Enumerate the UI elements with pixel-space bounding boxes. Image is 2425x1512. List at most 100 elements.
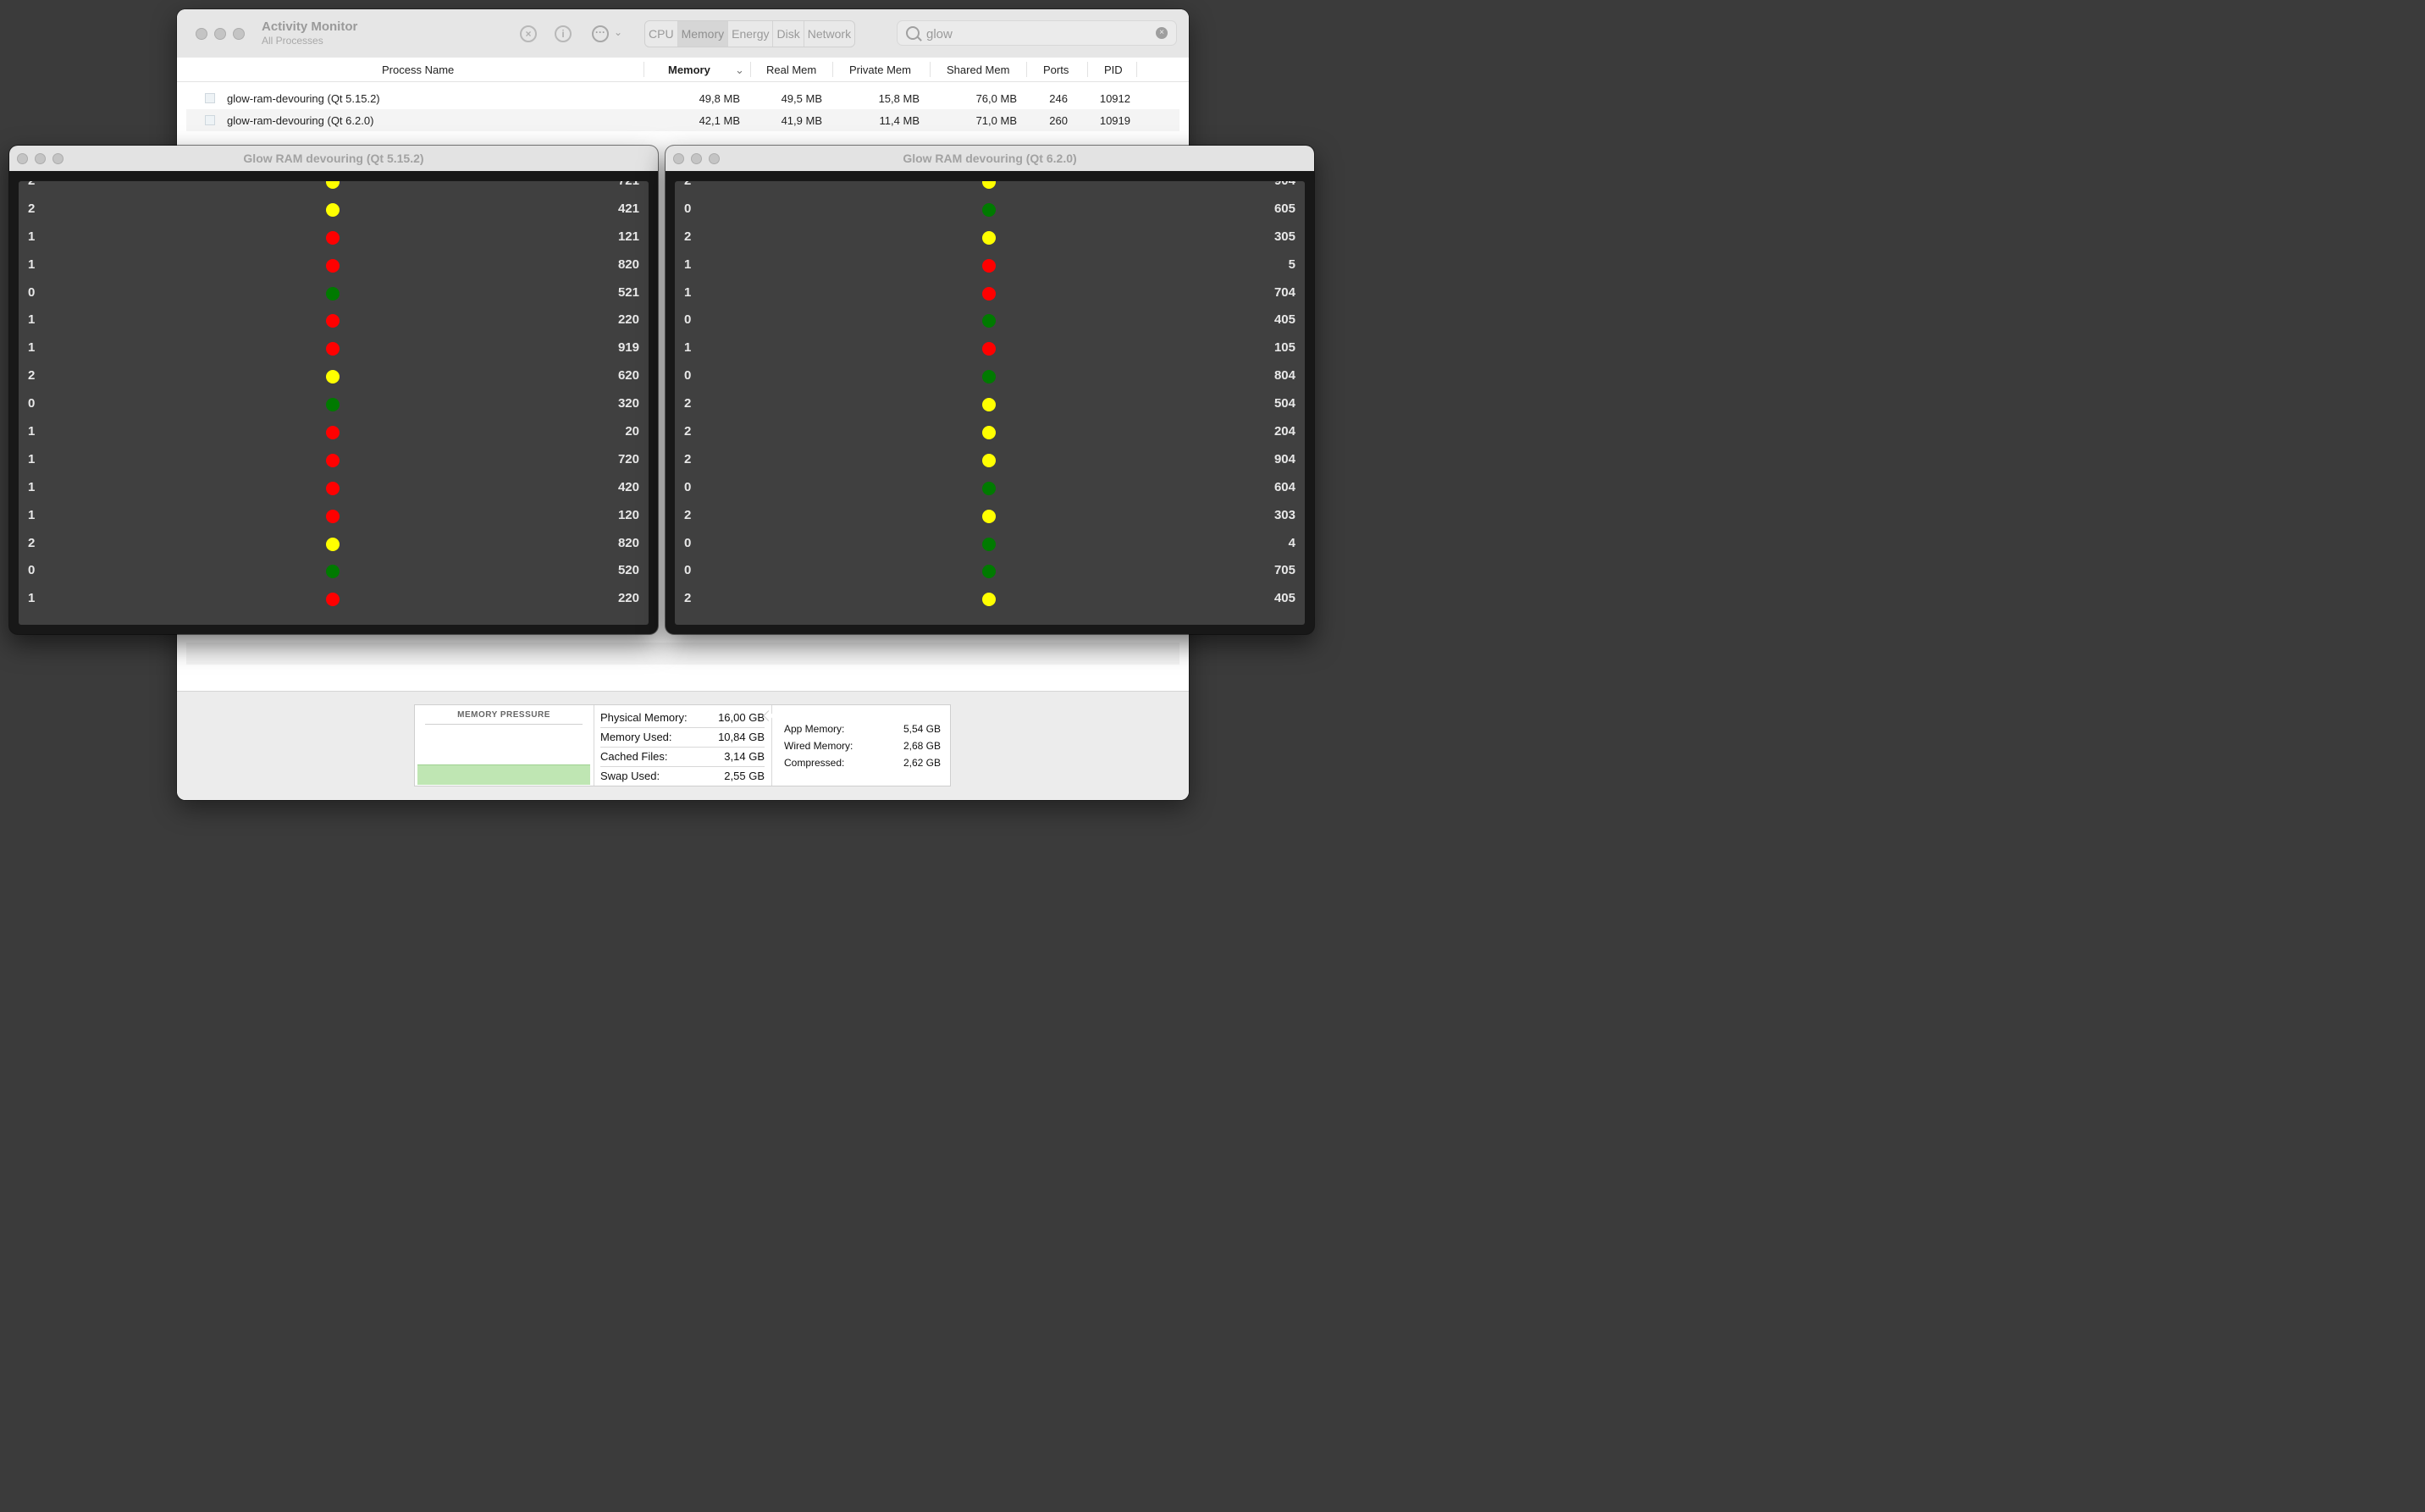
list-item[interactable]: 1 105 — [675, 335, 1305, 363]
item-state: 2 — [684, 507, 692, 522]
stop-process-icon[interactable]: × — [520, 25, 537, 42]
list-item[interactable]: 1 704 — [675, 280, 1305, 308]
list-item[interactable]: 2 620 — [19, 363, 649, 391]
list-item[interactable]: 1 120 — [19, 503, 649, 531]
list-item[interactable]: 1 20 — [19, 419, 649, 447]
stat-physical-memory: Physical Memory: 16,00 GB — [600, 709, 765, 728]
item-state: 2 — [28, 201, 36, 216]
window-titlebar: Glow RAM devouring (Qt 5.15.2) — [9, 146, 658, 171]
column-ports[interactable]: Ports — [1043, 63, 1069, 76]
list-item[interactable]: 2 904 — [675, 447, 1305, 475]
list-item[interactable]: 1 820 — [19, 252, 649, 280]
item-state: 1 — [28, 257, 36, 272]
item-value: 904 — [1274, 181, 1295, 188]
tab-cpu[interactable]: CPU — [645, 21, 678, 47]
search-input[interactable] — [925, 25, 1148, 43]
clear-search-icon[interactable]: × — [1156, 27, 1168, 39]
list-item[interactable]: 2 305 — [675, 224, 1305, 252]
item-value: 5 — [1288, 257, 1295, 272]
stat-value: 16,00 GB — [718, 711, 765, 724]
glow-window-qt5: Glow RAM devouring (Qt 5.15.2) 2 721 2 421 1… — [9, 146, 658, 634]
app-title: Activity Monitor — [262, 19, 358, 34]
list-item[interactable]: 2 721 — [19, 181, 649, 196]
stat-value: 10,84 GB — [718, 731, 765, 743]
list-item[interactable]: 2 820 — [19, 531, 649, 559]
status-light-icon — [982, 181, 996, 189]
chevron-down-icon[interactable]: ⌄ — [614, 26, 622, 38]
item-state: 2 — [684, 181, 691, 188]
close-window-button[interactable] — [196, 28, 207, 40]
tab-memory[interactable]: Memory — [677, 21, 729, 47]
list-item[interactable]: 04 — [675, 531, 1305, 559]
list-item[interactable]: 15 — [675, 252, 1305, 280]
column-private-mem[interactable]: Private Mem — [849, 63, 911, 76]
list-item[interactable]: 1 220 — [19, 586, 649, 614]
item-state: 1 — [28, 591, 36, 606]
list-item[interactable]: 2 303 — [675, 503, 1305, 531]
list-item[interactable]: 0 521 — [19, 280, 649, 308]
toolbar: Activity Monitor All Processes × i ··· ⌄… — [177, 9, 1189, 58]
tab-network[interactable]: Network — [804, 21, 854, 47]
item-state: 0 — [684, 535, 692, 550]
list-item[interactable]: 0 605 — [675, 196, 1305, 224]
list-item[interactable]: 2 204 — [675, 419, 1305, 447]
item-state: 2 — [684, 451, 692, 466]
tab-energy[interactable]: Energy — [728, 21, 774, 47]
minimize-window-button[interactable] — [214, 28, 226, 40]
zoom-window-button[interactable] — [233, 28, 245, 40]
list-item[interactable]: 0 520 — [19, 558, 649, 586]
stat-label: Wired Memory: — [784, 740, 853, 752]
column-memory[interactable]: Memory — [668, 63, 710, 76]
list-item[interactable]: 0 405 — [675, 307, 1305, 335]
item-value: 320 — [617, 396, 639, 411]
item-value: 721 — [618, 181, 639, 188]
memory-pressure-chart — [417, 764, 590, 785]
status-light-icon — [326, 481, 340, 495]
list-item[interactable]: 1 220 — [19, 307, 649, 335]
list-item[interactable]: 2 504 — [675, 391, 1305, 419]
list-item[interactable]: 2 904 — [675, 181, 1305, 196]
status-light-icon — [326, 593, 340, 607]
item-value: 220 — [617, 312, 639, 328]
list-item[interactable]: 0 604 — [675, 475, 1305, 503]
memory-breakdown-list: App Memory: 5,54 GB Wired Memory: 2,68 GB … — [784, 720, 941, 771]
app-subtitle: All Processes — [262, 35, 323, 47]
list-item[interactable]: 0 320 — [19, 391, 649, 419]
item-list-rows: 2721242111211820052112201919262003201201… — [19, 181, 649, 614]
tab-disk[interactable]: Disk — [773, 21, 804, 47]
window-title: Glow RAM devouring (Qt 5.15.2) — [243, 152, 424, 165]
ports-value: 260 — [1049, 114, 1068, 127]
column-process-name[interactable]: Process Name — [382, 63, 454, 76]
item-state: 0 — [684, 479, 692, 494]
list-item[interactable]: 1 420 — [19, 475, 649, 503]
item-value: 704 — [1273, 284, 1295, 300]
item-state: 2 — [28, 368, 36, 384]
status-light-icon — [326, 314, 340, 328]
item-state: 1 — [28, 507, 36, 522]
process-name: glow-ram-devouring (Qt 5.15.2) — [227, 92, 380, 105]
list-item[interactable]: 1 919 — [19, 335, 649, 363]
category-tabs: CPU Memory Energy Disk Network — [644, 20, 856, 47]
list-item[interactable]: 2 421 — [19, 196, 649, 224]
more-actions-icon[interactable]: ··· — [592, 25, 609, 42]
item-list[interactable]: 2904060523051517040405110508042504220429… — [675, 181, 1305, 625]
sort-chevron-icon[interactable]: ⌄ — [735, 63, 744, 77]
item-state: 0 — [684, 368, 692, 384]
column-pid[interactable]: PID — [1104, 63, 1123, 76]
table-row[interactable]: glow-ram-devouring (Qt 5.15.2) 49,8 MB 4… — [186, 87, 1179, 109]
stat-label: Compressed: — [784, 757, 845, 769]
memory-value: 42,1 MB — [699, 114, 740, 127]
list-item[interactable]: 0 804 — [675, 363, 1305, 391]
column-shared-mem[interactable]: Shared Mem — [947, 63, 1009, 76]
list-item[interactable]: 0 705 — [675, 558, 1305, 586]
column-real-mem[interactable]: Real Mem — [766, 63, 816, 76]
stat-wired-memory: Wired Memory: 2,68 GB — [784, 737, 941, 754]
info-icon[interactable]: i — [555, 25, 572, 42]
list-item[interactable]: 2 405 — [675, 586, 1305, 614]
table-row[interactable]: glow-ram-devouring (Qt 6.2.0) 42,1 MB 41… — [186, 109, 1179, 131]
item-list[interactable]: 2721242111211820052112201919262003201201… — [19, 181, 649, 625]
status-light-icon — [326, 258, 340, 273]
item-value: 705 — [1273, 563, 1295, 578]
list-item[interactable]: 1 121 — [19, 224, 649, 252]
list-item[interactable]: 1 720 — [19, 447, 649, 475]
